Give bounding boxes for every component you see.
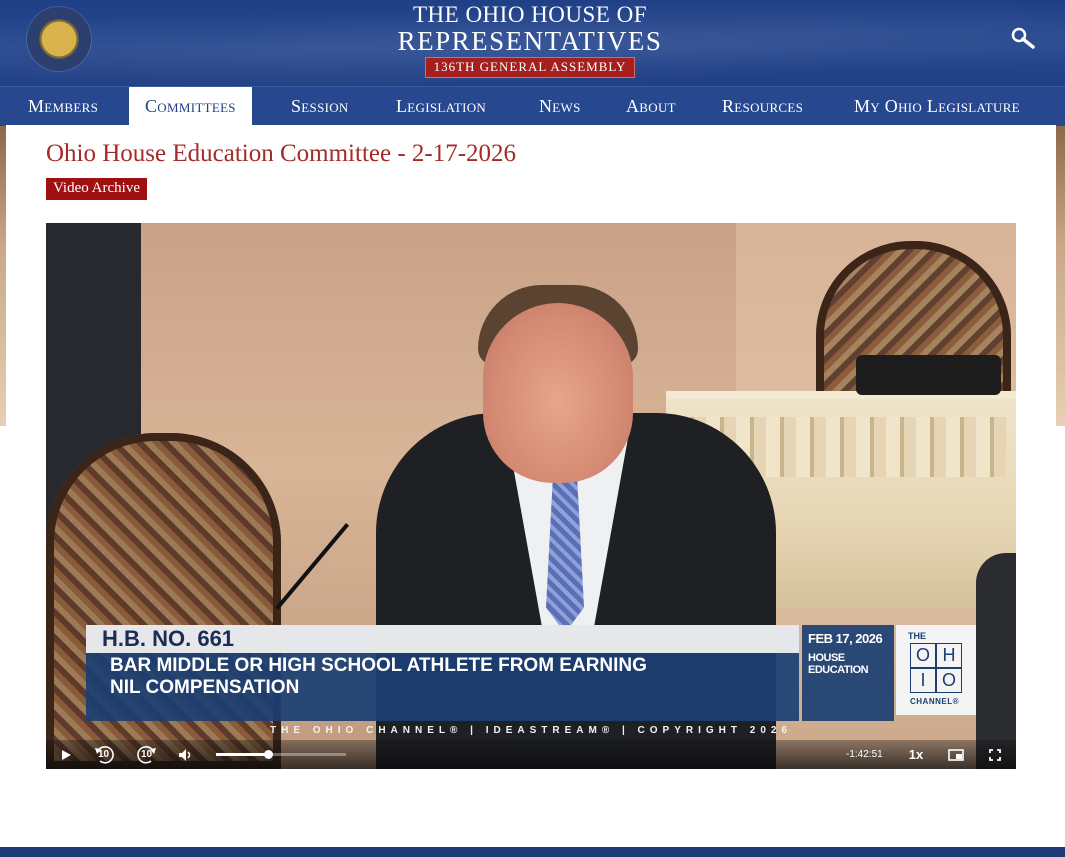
- nav-item-resources[interactable]: Resources: [722, 87, 803, 125]
- nav-item-my-ohio-legislature[interactable]: My Ohio Legislature: [854, 87, 1020, 125]
- bill-description-line-2: NIL COMPENSATION: [110, 677, 300, 698]
- volume-button[interactable]: [174, 740, 198, 769]
- bill-description: BAR MIDDLE OR HIGH SCHOOL ATHLETE FROM E…: [110, 655, 790, 699]
- brand-line-2: REPRESENTATIVES: [397, 26, 663, 56]
- nav-item-committees[interactable]: Committees: [129, 87, 252, 125]
- nav-item-members[interactable]: Members: [28, 87, 98, 125]
- rewind-label: 10: [98, 749, 110, 760]
- logo-letter: I: [910, 668, 936, 693]
- main-navigation: Members Committees Session Legislation N…: [0, 86, 1065, 127]
- video-scene-person-right: [976, 553, 1016, 769]
- video-player[interactable]: H.B. NO. 661 BAR MIDDLE OR HIGH SCHOOL A…: [46, 223, 1016, 769]
- lower-third-date-panel: FEB 17, 2026 HOUSE EDUCATION: [802, 625, 894, 721]
- logo-letter: H: [936, 643, 962, 668]
- ohio-channel-logo: THE O H I O CHANNEL®: [896, 625, 976, 715]
- site-header: THE OHIO HOUSE OF REPRESENTATIVES 136TH …: [0, 0, 1065, 86]
- volume-icon: [179, 748, 191, 761]
- site-brand[interactable]: THE OHIO HOUSE OF REPRESENTATIVES 136TH …: [380, 3, 680, 78]
- logo-letter: O: [910, 643, 936, 668]
- fullscreen-icon: [989, 748, 1001, 761]
- footer-bar: [0, 847, 1065, 857]
- committee-line-1: HOUSE: [808, 652, 845, 664]
- page-title: Ohio House Education Committee - 2-17-20…: [46, 140, 517, 167]
- committee-line-2: EDUCATION: [808, 664, 869, 676]
- progress-fill: [216, 753, 268, 756]
- lower-third-panel: H.B. NO. 661 BAR MIDDLE OR HIGH SCHOOL A…: [86, 625, 799, 721]
- play-button[interactable]: [54, 740, 78, 769]
- logo-letters: O H I O: [910, 643, 962, 693]
- search-icon: [1011, 27, 1035, 49]
- bill-number: H.B. NO. 661: [86, 625, 799, 653]
- bill-description-line-1: BAR MIDDLE OR HIGH SCHOOL ATHLETE FROM E…: [110, 655, 647, 676]
- picture-in-picture-button[interactable]: [944, 740, 968, 769]
- rewind-10-button[interactable]: 10: [92, 740, 118, 769]
- nav-item-legislation[interactable]: Legislation: [396, 87, 486, 125]
- logo-letter: O: [936, 668, 962, 693]
- forward-10-button[interactable]: 10: [133, 740, 159, 769]
- brand-line-1: THE OHIO HOUSE OF: [412, 2, 648, 27]
- picture-in-picture-icon: [948, 748, 964, 761]
- committee-name: HOUSE EDUCATION: [808, 652, 894, 676]
- progress-bar[interactable]: [216, 750, 346, 759]
- background-photo-right: [1056, 126, 1065, 426]
- logo-channel: CHANNEL®: [910, 697, 960, 706]
- play-icon: [62, 749, 71, 760]
- progress-handle[interactable]: [264, 750, 273, 759]
- state-seal-icon[interactable]: [27, 7, 91, 71]
- playback-speed-button[interactable]: 1x: [904, 740, 928, 769]
- video-scene-speaker-head: [483, 303, 633, 483]
- video-archive-badge[interactable]: Video Archive: [46, 178, 147, 200]
- hearing-date: FEB 17, 2026: [808, 631, 883, 646]
- nav-item-about[interactable]: About: [626, 87, 676, 125]
- general-assembly-badge: 136TH GENERAL ASSEMBLY: [424, 57, 636, 78]
- broadcast-credit: THE OHIO CHANNEL® | IDEASTREAM® | COPYRI…: [269, 725, 793, 736]
- video-scene-microphone-right: [856, 355, 1001, 395]
- search-button[interactable]: [1010, 27, 1036, 51]
- logo-the: THE: [908, 631, 926, 641]
- video-scene-microphone: [275, 523, 350, 610]
- fullscreen-button[interactable]: [983, 740, 1007, 769]
- video-controls: 10 10 -1:42:51 1x: [46, 740, 1016, 769]
- time-remaining: -1:42:51: [846, 749, 883, 760]
- nav-item-session[interactable]: Session: [291, 87, 349, 125]
- video-lower-third: H.B. NO. 661 BAR MIDDLE OR HIGH SCHOOL A…: [86, 625, 976, 721]
- forward-label: 10: [141, 749, 153, 760]
- nav-item-news[interactable]: News: [539, 87, 581, 125]
